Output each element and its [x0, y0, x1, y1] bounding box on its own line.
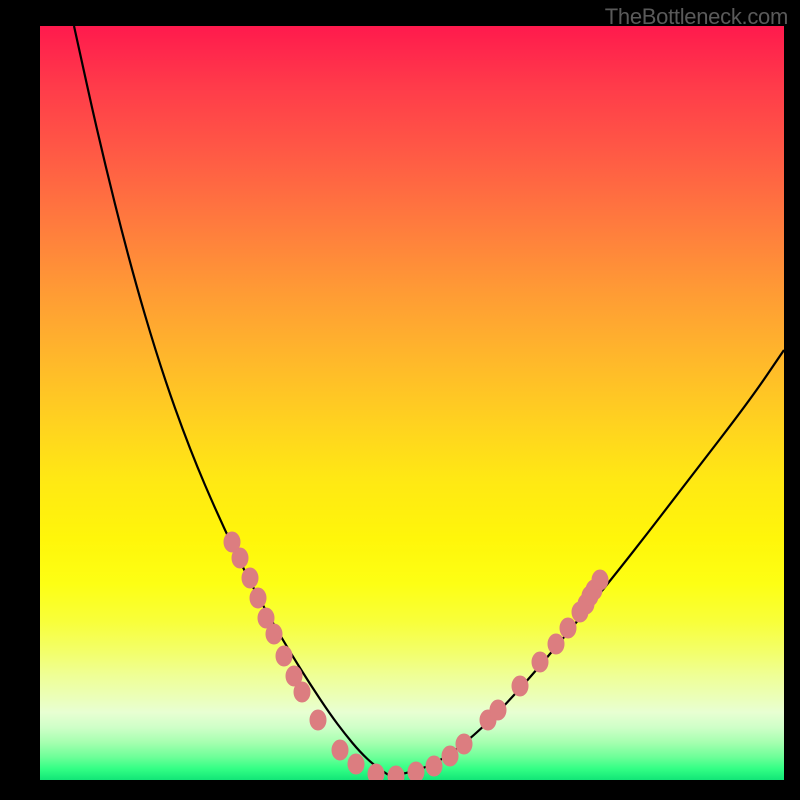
- data-marker: [532, 652, 548, 672]
- watermark-text: TheBottleneck.com: [605, 4, 788, 30]
- data-marker: [408, 762, 424, 780]
- data-marker: [266, 624, 282, 644]
- chart-svg: [40, 26, 784, 780]
- data-marker: [348, 754, 364, 774]
- data-marker: [250, 588, 266, 608]
- data-marker: [592, 570, 608, 590]
- data-marker: [548, 634, 564, 654]
- data-marker: [368, 764, 384, 780]
- data-marker: [512, 676, 528, 696]
- data-marker: [426, 756, 442, 776]
- plot-area: [40, 26, 784, 780]
- chart-frame: TheBottleneck.com: [0, 0, 800, 800]
- data-marker: [310, 710, 326, 730]
- data-marker: [276, 646, 292, 666]
- curve-left: [74, 26, 390, 776]
- data-marker: [332, 740, 348, 760]
- curve-right: [390, 350, 784, 776]
- data-marker: [388, 766, 404, 780]
- data-marker: [490, 700, 506, 720]
- data-marker: [560, 618, 576, 638]
- data-marker: [442, 746, 458, 766]
- marker-group: [224, 532, 608, 780]
- data-marker: [294, 682, 310, 702]
- data-marker: [456, 734, 472, 754]
- data-marker: [242, 568, 258, 588]
- data-marker: [232, 548, 248, 568]
